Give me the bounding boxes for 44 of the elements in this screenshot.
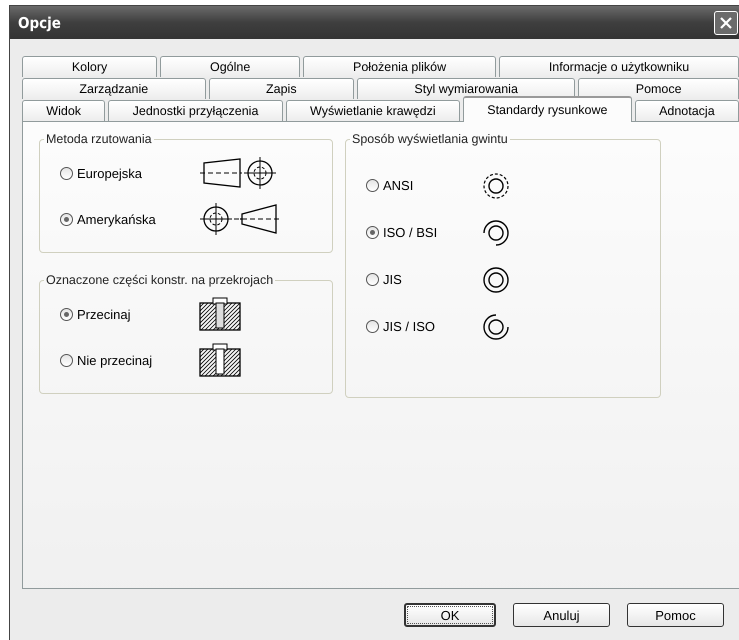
radio-button[interactable]	[60, 212, 73, 226]
thread-drawing	[481, 218, 511, 248]
group-title: Sposób wyświetlania gwintu	[351, 132, 509, 146]
radio-option[interactable]: ANSI	[366, 178, 481, 193]
section-drawing	[198, 342, 242, 378]
radio-option[interactable]: JIS / ISO	[366, 319, 481, 334]
group-title: Metoda rzutowania	[45, 132, 153, 146]
radio-option[interactable]: Nie przecinaj	[60, 352, 198, 368]
radio-option[interactable]: JIS	[366, 272, 481, 287]
radio-option[interactable]: ISO / BSI	[366, 225, 481, 240]
radio-button[interactable]	[366, 179, 379, 192]
tab[interactable]: Styl wymiarowania	[357, 78, 576, 99]
tab[interactable]: Kolory	[22, 56, 158, 77]
radio-button[interactable]	[60, 166, 73, 180]
group-title: Oznaczone części konstr. na przekrojach	[45, 273, 274, 287]
close-button[interactable]	[714, 10, 738, 34]
dialog-button[interactable]: Anuluj	[513, 603, 610, 627]
radio-option[interactable]: Przecinaj	[60, 306, 198, 322]
dialog-button[interactable]: OK	[404, 603, 496, 627]
thread-drawing	[481, 312, 511, 342]
radio-button[interactable]	[366, 320, 379, 333]
tab[interactable]: Adnotacja	[634, 100, 739, 121]
tab[interactable]: Ogólne	[160, 56, 300, 77]
close-icon	[719, 16, 733, 30]
tab[interactable]: Standardy rysunkowe	[462, 96, 632, 122]
radio-button[interactable]	[60, 354, 73, 366]
dialog-button[interactable]: Pomoc	[627, 603, 724, 627]
tab[interactable]: Pomoce	[578, 78, 739, 99]
tab[interactable]: Informacje o użytkowniku	[498, 56, 739, 77]
section-drawing	[198, 296, 242, 332]
radio-button[interactable]	[366, 226, 379, 239]
tab[interactable]: Zapis	[208, 78, 354, 99]
tab[interactable]: Widok	[22, 100, 106, 121]
tab[interactable]: Położenia plików	[303, 56, 496, 77]
radio-option[interactable]: Europejska	[60, 166, 198, 180]
radio-option[interactable]: Amerykańska	[60, 212, 198, 226]
tab[interactable]: Jednostki przyłączenia	[108, 100, 283, 121]
tab[interactable]: Wyświetlanie krawędzi	[286, 100, 460, 121]
window-title: Opcje	[18, 14, 61, 32]
radio-button[interactable]	[60, 308, 73, 320]
tab[interactable]: Zarządzanie	[22, 78, 206, 99]
radio-button[interactable]	[366, 273, 379, 286]
thread-drawing	[481, 170, 511, 200]
thread-drawing	[481, 264, 511, 294]
